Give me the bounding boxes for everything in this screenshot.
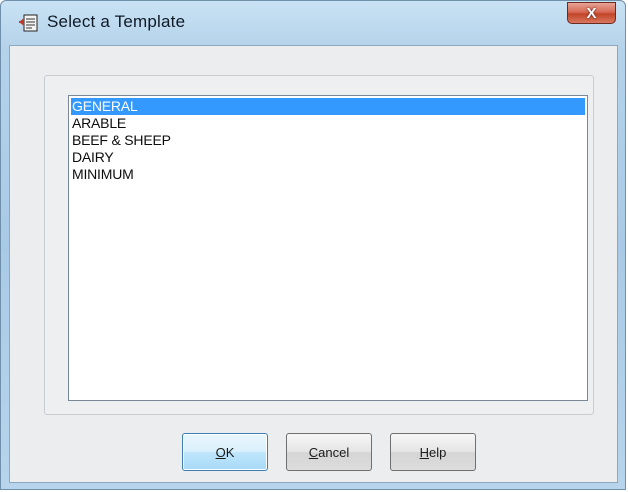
cancel-mnemonic: C — [308, 444, 319, 460]
help-label-rest: elp — [429, 444, 447, 460]
list-item-dairy[interactable]: DAIRY — [71, 149, 585, 166]
close-icon: X — [586, 4, 597, 22]
title-bar[interactable]: Select a Template X — [1, 1, 625, 45]
cancel-button[interactable]: Cancel — [286, 433, 372, 471]
close-button[interactable]: X — [567, 2, 616, 24]
dialog-body: GENERAL ARABLE BEEF & SHEEP DAIRY MINIMU… — [9, 45, 618, 483]
ok-label-rest: K — [225, 444, 235, 460]
list-item-minimum[interactable]: MINIMUM — [71, 166, 585, 183]
list-item-arable[interactable]: ARABLE — [71, 115, 585, 132]
template-group-box: GENERAL ARABLE BEEF & SHEEP DAIRY MINIMU… — [44, 75, 594, 415]
list-item-general[interactable]: GENERAL — [71, 98, 585, 115]
window-title: Select a Template — [47, 12, 186, 31]
template-listbox[interactable]: GENERAL ARABLE BEEF & SHEEP DAIRY MINIMU… — [68, 95, 588, 401]
cancel-label-rest: ancel — [318, 444, 350, 460]
app-icon — [18, 12, 40, 34]
ok-button[interactable]: OK — [182, 433, 268, 471]
dialog-window: Select a Template X GENERAL ARABLE BEEF … — [0, 0, 626, 490]
help-button[interactable]: Help — [390, 433, 476, 471]
list-item-beef-sheep[interactable]: BEEF & SHEEP — [71, 132, 585, 149]
help-mnemonic: H — [419, 444, 430, 460]
ok-mnemonic: O — [215, 444, 226, 460]
